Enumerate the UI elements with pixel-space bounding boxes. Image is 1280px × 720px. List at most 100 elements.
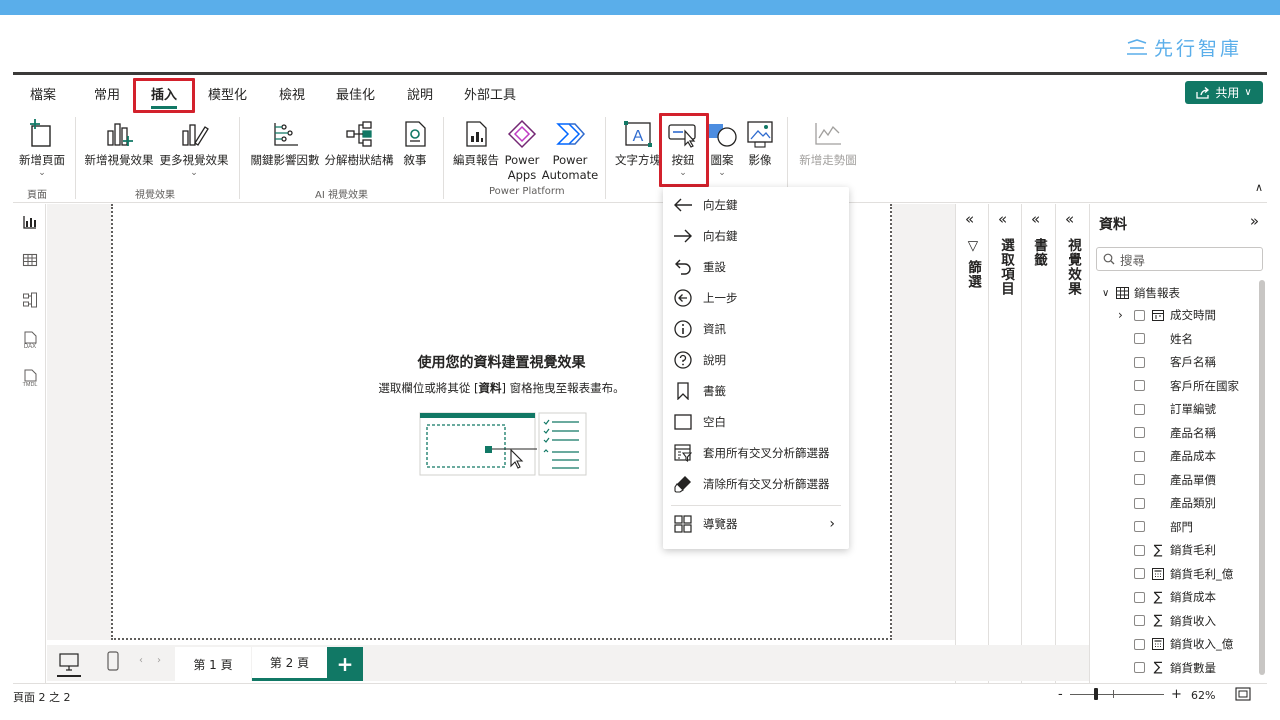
zoom-slider-thumb[interactable]	[1094, 688, 1098, 700]
field-item[interactable]: 客戶名稱	[1090, 351, 1258, 373]
field-checkbox[interactable]	[1134, 662, 1145, 673]
desktop-layout-icon[interactable]	[57, 653, 81, 677]
field-checkbox[interactable]	[1134, 403, 1145, 415]
field-checkbox[interactable]	[1134, 427, 1145, 438]
more-visuals-button[interactable]: 更多視覺效果 ⌄	[158, 117, 230, 178]
report-view-icon[interactable]	[20, 212, 40, 232]
collapse-data-pane-icon[interactable]: »	[1250, 212, 1259, 230]
menu-item-clear-all-slicers[interactable]: 清除所有交叉分析篩選器	[663, 469, 849, 499]
field-item[interactable]: 訂單編號	[1090, 398, 1258, 420]
menu-item-info[interactable]: 資訊	[663, 314, 849, 344]
field-checkbox[interactable]	[1134, 309, 1145, 321]
field-item[interactable]: › 成交時間	[1090, 304, 1258, 326]
selection-pane-collapsed[interactable]: « 選取項目	[988, 204, 1021, 684]
share-button[interactable]: 共用 ∨	[1185, 81, 1263, 104]
scroll-right-icon[interactable]: ›	[157, 655, 161, 666]
data-search-box[interactable]: 搜尋	[1096, 247, 1263, 271]
field-item[interactable]: 部門	[1090, 516, 1258, 538]
power-automate-button[interactable]: Power Automate	[541, 117, 599, 183]
field-item[interactable]: 產品名稱	[1090, 422, 1258, 444]
expand-filters-icon[interactable]: «	[965, 210, 974, 228]
tab-home[interactable]: 常用	[94, 84, 120, 103]
field-item[interactable]: 客戶所在國家	[1090, 375, 1258, 397]
field-item[interactable]: ∑ 銷貨成本	[1090, 586, 1258, 608]
field-checkbox[interactable]	[1134, 450, 1145, 462]
tab-file[interactable]: 檔案	[30, 84, 56, 103]
field-item[interactable]: 姓名	[1090, 328, 1258, 350]
mobile-layout-icon[interactable]	[107, 651, 119, 675]
field-checkbox[interactable]	[1134, 497, 1145, 509]
menu-item-arrow-right[interactable]: 向右鍵	[663, 221, 849, 251]
bookmarks-pane-collapsed[interactable]: « 書籤	[1021, 204, 1054, 684]
field-checkbox[interactable]	[1134, 380, 1145, 391]
narrative-button[interactable]: 敘事	[397, 117, 433, 168]
field-checkbox[interactable]	[1134, 591, 1145, 603]
model-view-icon[interactable]	[20, 290, 40, 310]
page-tab-2[interactable]: 第 2 頁	[252, 647, 327, 681]
menu-item-apply-all-slicers[interactable]: 套用所有交叉分析篩選器	[663, 438, 849, 468]
expand-bookmarks-icon[interactable]: «	[1031, 210, 1040, 228]
menu-item-reset[interactable]: 重設	[663, 252, 849, 282]
image-button[interactable]: 影像	[743, 117, 777, 168]
menu-item-help[interactable]: 說明	[663, 345, 849, 375]
tab-help[interactable]: 說明	[407, 84, 433, 103]
field-label: 客戶所在國家	[1170, 378, 1239, 393]
key-influencers-button[interactable]: 關鍵影響因數	[249, 117, 321, 168]
field-checkbox[interactable]	[1134, 638, 1145, 650]
field-item[interactable]: ∑ 銷貨毛利	[1090, 539, 1258, 561]
power-apps-button[interactable]: Power Apps	[503, 117, 541, 183]
tab-insert[interactable]: 插入	[151, 84, 178, 109]
new-visual-button[interactable]: 新增視覺效果	[83, 117, 155, 168]
tab-external-tools[interactable]: 外部工具	[464, 84, 516, 103]
dax-query-view-icon[interactable]: DAX	[20, 330, 40, 350]
zoom-slider-track[interactable]	[1070, 694, 1164, 695]
scroll-left-icon[interactable]: ‹	[139, 655, 143, 666]
table-view-icon[interactable]	[20, 250, 40, 270]
buttons-button[interactable]: 按鈕 ⌄	[664, 117, 702, 178]
zoom-in-button[interactable]: +	[1171, 687, 1182, 702]
field-item[interactable]: 產品類別	[1090, 492, 1258, 514]
field-checkbox[interactable]	[1134, 615, 1145, 626]
add-sparkline-button[interactable]: 新增走勢圖	[795, 117, 861, 168]
menu-item-arrow-left[interactable]: 向左鍵	[663, 190, 849, 220]
table-node[interactable]: ∨ 銷售報表	[1090, 282, 1258, 304]
chevron-right-icon[interactable]: ›	[1118, 308, 1134, 322]
field-checkbox[interactable]	[1134, 356, 1145, 368]
decomposition-tree-button[interactable]: 分解樹狀結構	[323, 117, 395, 168]
field-item[interactable]: 銷貨收入_億	[1090, 633, 1258, 655]
filters-pane-collapsed[interactable]: « ▽ 篩選	[955, 204, 988, 684]
menu-item-navigator[interactable]: 導覽器 ›	[663, 509, 849, 539]
tab-view[interactable]: 檢視	[279, 84, 305, 103]
menu-item-blank[interactable]: 空白	[663, 407, 849, 437]
zoom-out-button[interactable]: -	[1058, 687, 1063, 702]
collapse-ribbon-icon[interactable]: ∧	[1255, 181, 1263, 194]
field-checkbox[interactable]	[1134, 474, 1145, 485]
svg-text:A: A	[633, 128, 644, 145]
menu-item-back[interactable]: 上一步	[663, 283, 849, 313]
field-item[interactable]: 銷貨毛利_億	[1090, 563, 1258, 585]
field-checkbox[interactable]	[1134, 521, 1145, 532]
field-item[interactable]: ∑ 銷貨收入	[1090, 610, 1258, 632]
tmdl-view-icon[interactable]: TMDL	[20, 368, 40, 388]
new-page-button[interactable]: 新增頁面 ⌄	[17, 117, 67, 178]
field-checkbox[interactable]	[1134, 333, 1145, 344]
menu-item-bookmark[interactable]: 書籤	[663, 376, 849, 406]
textbox-button[interactable]: A 文字方塊	[613, 117, 663, 168]
field-checkbox[interactable]	[1134, 568, 1145, 579]
tab-modeling[interactable]: 模型化	[208, 84, 247, 103]
shapes-button[interactable]: 圖案 ⌄	[705, 117, 739, 178]
field-item[interactable]: 產品成本	[1090, 445, 1258, 467]
field-checkbox[interactable]	[1134, 544, 1145, 556]
field-item[interactable]: ∑ 銷貨數量	[1090, 657, 1258, 679]
expand-selection-icon[interactable]: «	[998, 210, 1007, 228]
data-pane-scrollbar[interactable]	[1259, 280, 1265, 675]
visualizations-pane-label: 視覺效果	[1065, 238, 1081, 296]
paginated-report-button[interactable]: 編頁報告	[451, 117, 501, 168]
tab-optimize[interactable]: 最佳化	[336, 84, 375, 103]
expand-visualizations-icon[interactable]: «	[1065, 210, 1074, 228]
add-page-button[interactable]: +	[327, 647, 363, 681]
field-item[interactable]: 產品單價	[1090, 469, 1258, 491]
visualizations-pane-collapsed[interactable]: « 視覺效果	[1055, 204, 1088, 684]
page-tab-1[interactable]: 第 1 頁	[175, 647, 251, 681]
fit-to-page-icon[interactable]	[1235, 687, 1251, 704]
